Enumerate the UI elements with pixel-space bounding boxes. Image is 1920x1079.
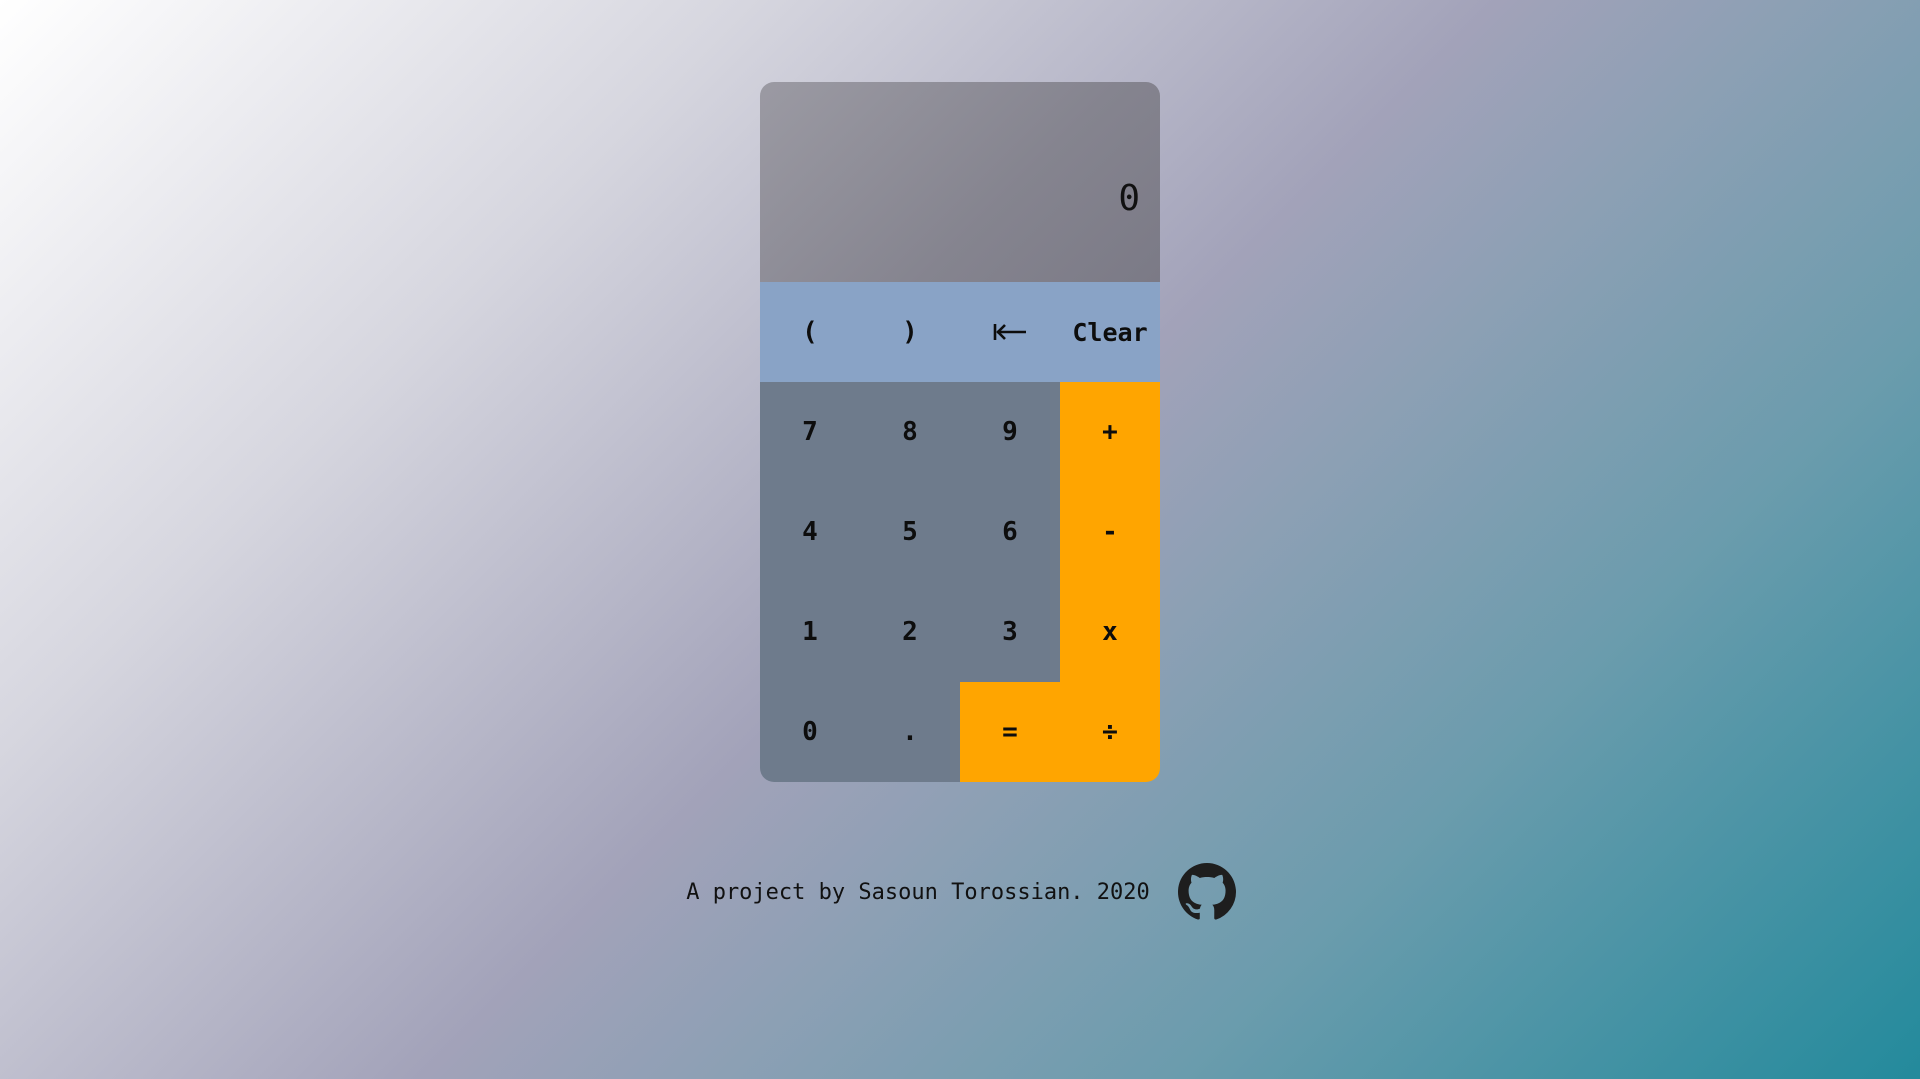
key-8[interactable]: 8 [860,382,960,482]
key-0[interactable]: 0 [760,682,860,782]
decimal-button[interactable]: . [860,682,960,782]
calculator-display: 0 [760,82,1160,282]
footer-credit: A project by Sasoun Torossian. 2020 [686,879,1150,905]
minus-button[interactable]: - [1060,482,1160,582]
github-icon[interactable] [1177,863,1236,921]
key-7[interactable]: 7 [760,382,860,482]
key-3[interactable]: 3 [960,582,1060,682]
display-value: 0 [1118,178,1140,219]
clear-button[interactable]: Clear [1060,282,1160,382]
close-paren-button[interactable]: ) [860,282,960,382]
calculator: 0 ( ) Clear 7 8 9 + 4 5 6 - 1 2 3 x 0 . … [760,82,1160,782]
key-2[interactable]: 2 [860,582,960,682]
key-6[interactable]: 6 [960,482,1060,582]
divide-button[interactable]: ÷ [1060,682,1160,782]
backspace-button[interactable] [960,282,1060,382]
key-4[interactable]: 4 [760,482,860,582]
key-9[interactable]: 9 [960,382,1060,482]
backspace-icon [993,324,1026,340]
multiply-button[interactable]: x [1060,582,1160,682]
open-paren-button[interactable]: ( [760,282,860,382]
footer: A project by Sasoun Torossian. 2020 [0,862,1920,922]
equals-button[interactable]: = [960,682,1060,782]
key-5[interactable]: 5 [860,482,960,582]
plus-button[interactable]: + [1060,382,1160,482]
key-1[interactable]: 1 [760,582,860,682]
